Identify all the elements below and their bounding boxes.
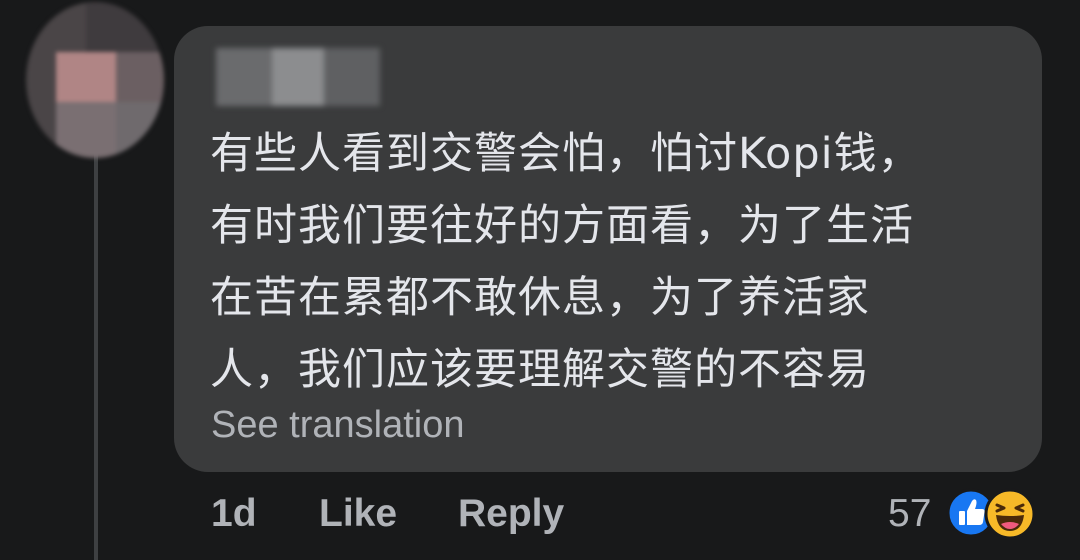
see-translation-link[interactable]: See translation: [211, 404, 465, 447]
like-button[interactable]: Like: [319, 492, 397, 536]
comment-thread: 有些人看到交警会怕，怕讨Kopi钱， 有时我们要往好的方面看，为了生活 在苦在累…: [0, 0, 1080, 560]
comment-line: 有时我们要往好的方面看，为了生活: [210, 201, 914, 251]
comment-line: 人，我们应该要理解交警的不容易: [210, 345, 870, 395]
comment-line: 在苦在累都不敢休息，为了养活家: [210, 273, 870, 323]
haha-icon: [984, 488, 1036, 540]
timestamp[interactable]: 1d: [211, 492, 257, 536]
comment-line: 有些人看到交警会怕，怕讨Kopi钱，: [210, 129, 922, 179]
author-name-redacted[interactable]: [196, 48, 394, 110]
comment-text: 有些人看到交警会怕，怕讨Kopi钱， 有时我们要往好的方面看，为了生活 在苦在累…: [210, 118, 1010, 406]
avatar[interactable]: [26, 2, 164, 158]
reaction-count[interactable]: 57: [888, 492, 931, 536]
reply-button[interactable]: Reply: [458, 492, 564, 536]
thread-line: [94, 150, 98, 560]
